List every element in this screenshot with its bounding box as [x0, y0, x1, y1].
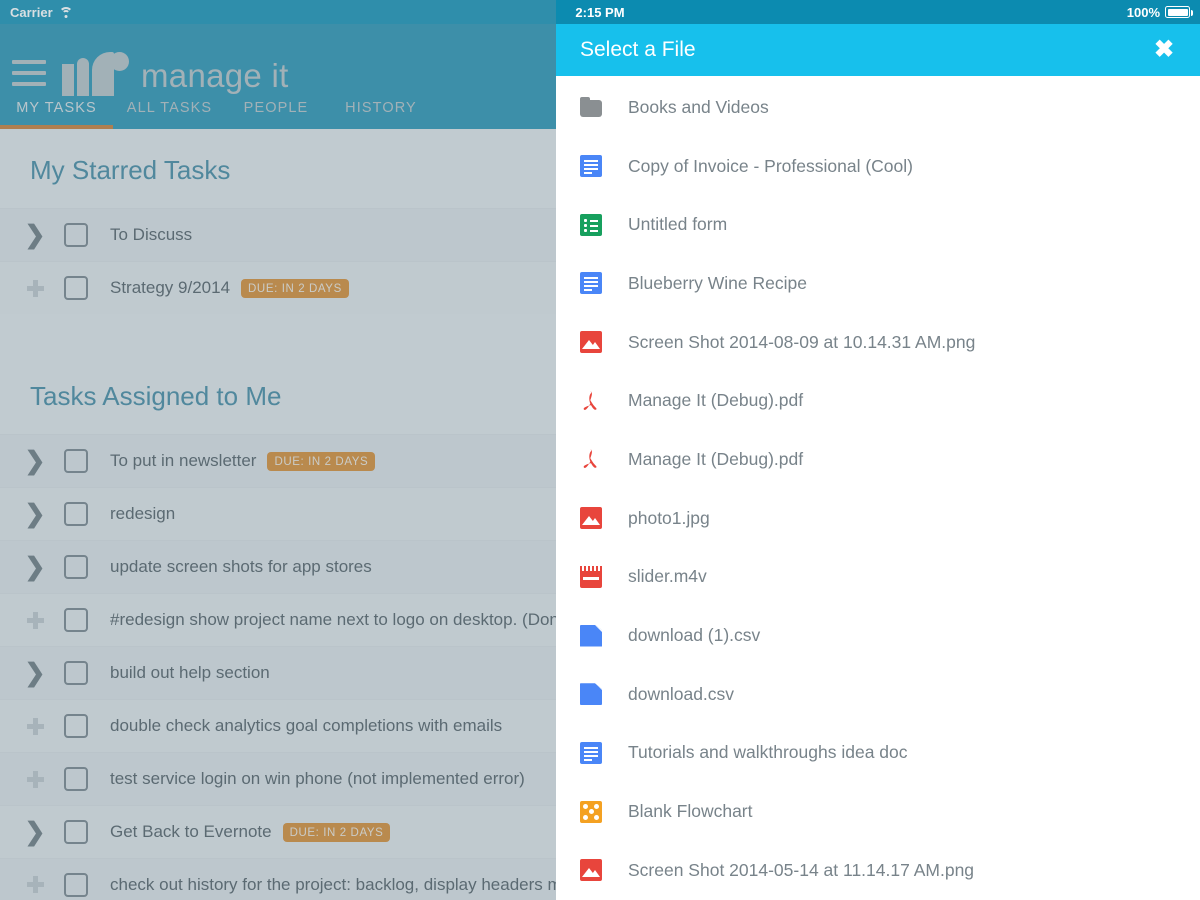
chevron-right-icon[interactable]: ❯	[18, 448, 52, 474]
list-item[interactable]: download (1).csv	[556, 606, 1200, 665]
file-name: Screen Shot 2014-08-09 at 10.14.31 AM.pn…	[628, 331, 976, 352]
list-item[interactable]: download.csv	[556, 665, 1200, 724]
app-root: manage it MY TASKS ALL TASKS PEOPLE HIST…	[0, 0, 1200, 900]
file-name: download.csv	[628, 683, 735, 704]
task-title: redesign	[110, 504, 176, 523]
generic-file-icon	[580, 683, 602, 706]
google-doc-icon	[580, 272, 602, 295]
task-title: #redesign show project name next to logo…	[110, 610, 567, 629]
tab-people[interactable]: PEOPLE	[226, 86, 326, 129]
list-item[interactable]: Copy of Invoice - Professional (Cool)	[556, 137, 1200, 196]
google-doc-icon	[580, 155, 602, 178]
task-title: test service login on win phone (not imp…	[110, 769, 525, 788]
task-checkbox[interactable]	[64, 872, 88, 897]
close-icon[interactable]: ✖	[1148, 24, 1180, 76]
file-name: Manage It (Debug).pdf	[628, 390, 804, 411]
pdf-file-icon	[580, 390, 602, 412]
status-bar-center: 2:15 PM	[0, 0, 1200, 24]
tab-my-tasks[interactable]: MY TASKS	[0, 86, 113, 129]
google-form-icon	[580, 213, 602, 236]
drawing-file-icon	[580, 800, 602, 823]
task-checkbox[interactable]	[64, 223, 88, 247]
modal-title: Select a File	[580, 38, 696, 61]
list-item[interactable]: Untitled form	[556, 195, 1200, 254]
google-doc-icon	[580, 741, 602, 764]
task-checkbox[interactable]	[64, 555, 88, 579]
status-bar-right: 100%	[1126, 0, 1193, 24]
main-tab-bar: MY TASKS ALL TASKS PEOPLE HISTORY	[0, 86, 436, 129]
file-name: Copy of Invoice - Professional (Cool)	[628, 155, 913, 176]
task-title: Strategy 9/2014	[110, 278, 231, 297]
task-title: check out history for the project: backl…	[110, 874, 572, 894]
battery-percent-label: 100%	[1126, 4, 1160, 20]
folder-icon	[580, 97, 602, 118]
list-item[interactable]: Blank Flowchart	[556, 782, 1200, 841]
task-title: Get Back to Evernote	[110, 822, 272, 841]
task-checkbox[interactable]	[64, 502, 88, 526]
pdf-file-icon	[580, 448, 602, 470]
list-item[interactable]: Manage It (Debug).pdf	[556, 430, 1200, 489]
task-checkbox[interactable]	[64, 608, 88, 632]
image-file-icon	[580, 331, 602, 354]
file-name: Books and Videos	[628, 96, 769, 117]
battery-full-icon	[1165, 6, 1193, 18]
task-title: To put in newsletter	[110, 451, 257, 470]
generic-file-icon	[580, 624, 602, 647]
status-bar: Carrier 2:15 PM 100%	[0, 0, 1200, 24]
task-title: double check analytics goal completions …	[110, 716, 503, 735]
list-item[interactable]: Screen Shot 2014-08-09 at 10.14.31 AM.pn…	[556, 313, 1200, 372]
list-item[interactable]: Tutorials and walkthroughs idea doc	[556, 724, 1200, 783]
file-name: Blank Flowchart	[628, 801, 753, 822]
chevron-right-icon[interactable]: ❯	[18, 554, 52, 580]
file-list[interactable]: Books and Videos Copy of Invoice - Profe…	[556, 76, 1200, 900]
file-name: Tutorials and walkthroughs idea doc	[628, 742, 908, 763]
file-name: Untitled form	[628, 214, 728, 235]
list-item[interactable]: Blueberry Wine Recipe	[556, 254, 1200, 313]
task-checkbox[interactable]	[64, 820, 88, 844]
image-file-icon	[580, 507, 602, 530]
chevron-right-icon[interactable]: ❯	[18, 501, 52, 527]
file-name: Blueberry Wine Recipe	[628, 272, 807, 293]
chevron-right-icon[interactable]: ❯	[18, 222, 52, 248]
hamburger-menu-icon[interactable]	[12, 60, 46, 86]
task-checkbox[interactable]	[64, 661, 88, 685]
video-file-icon	[580, 565, 602, 588]
due-badge: DUE: IN 2 DAYS	[282, 822, 391, 842]
tab-history[interactable]: HISTORY	[326, 86, 436, 129]
task-title: To Discuss	[110, 225, 193, 244]
due-badge: DUE: IN 2 DAYS	[241, 278, 349, 298]
task-title: update screen shots for app stores	[110, 557, 372, 576]
list-item[interactable]: Screen Shot 2014-05-14 at 11.14.17 AM.pn…	[556, 841, 1200, 900]
task-title: build out help section	[110, 663, 270, 682]
modal-header: Select a File ✖	[556, 24, 1200, 76]
file-name: slider.m4v	[628, 566, 707, 587]
task-checkbox[interactable]	[64, 449, 88, 473]
list-item[interactable]: Books and Videos	[556, 78, 1200, 137]
select-file-modal: Select a File ✖ Books and Videos Copy of…	[556, 24, 1200, 900]
file-name: photo1.jpg	[628, 507, 710, 528]
image-file-icon	[580, 859, 602, 882]
file-name: Screen Shot 2014-05-14 at 11.14.17 AM.pn…	[628, 859, 975, 880]
tab-all-tasks[interactable]: ALL TASKS	[113, 86, 226, 129]
task-checkbox[interactable]	[64, 276, 88, 300]
list-item[interactable]: photo1.jpg	[556, 489, 1200, 548]
task-checkbox[interactable]	[64, 767, 88, 791]
list-item[interactable]: Manage It (Debug).pdf	[556, 371, 1200, 430]
file-name: Manage It (Debug).pdf	[628, 448, 804, 469]
due-badge: DUE: IN 2 DAYS	[267, 451, 376, 471]
list-item[interactable]: slider.m4v	[556, 548, 1200, 607]
clock-label: 2:15 PM	[575, 4, 625, 20]
chevron-right-icon[interactable]: ❯	[18, 660, 52, 686]
file-name: download (1).csv	[628, 625, 761, 646]
chevron-right-icon[interactable]: ❯	[18, 819, 52, 845]
task-checkbox[interactable]	[64, 714, 88, 738]
